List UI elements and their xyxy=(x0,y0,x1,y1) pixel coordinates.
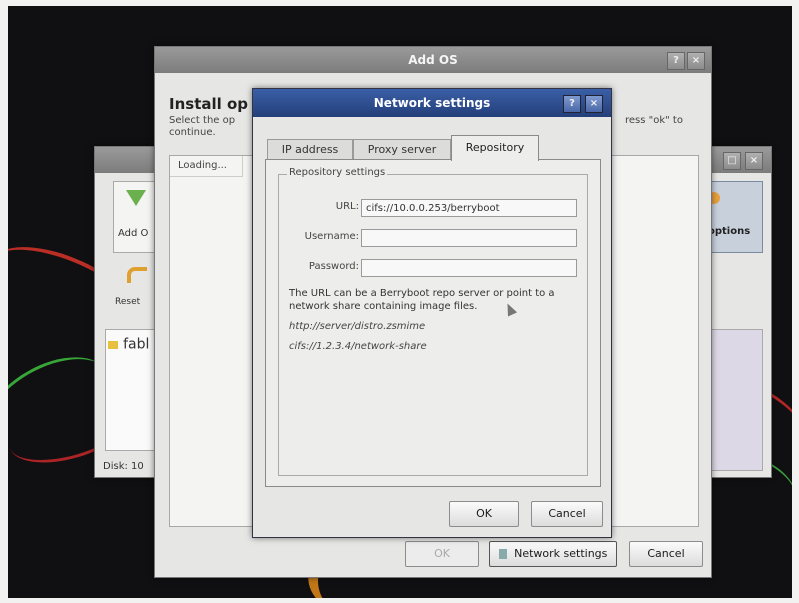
disk-status: Disk: 10 xyxy=(103,461,144,472)
network-titlebar: Network settings xyxy=(253,89,611,117)
add-os-close-button[interactable]: × xyxy=(687,52,705,70)
folder-icon xyxy=(108,340,118,349)
example-http-url: http://server/distro.zsmime xyxy=(289,321,426,332)
tab-ip-address[interactable]: IP address xyxy=(267,139,353,160)
password-label: Password: xyxy=(308,261,359,272)
password-field[interactable] xyxy=(361,259,577,277)
repository-settings-title: Repository settings xyxy=(287,167,388,178)
network-settings-button[interactable]: Network settings xyxy=(489,541,617,567)
network-close-button[interactable]: × xyxy=(585,95,603,113)
repository-tab-panel: Repository settings URL: cifs://10.0.0.2… xyxy=(265,159,601,487)
example-cifs-url: cifs://1.2.3.4/network-share xyxy=(289,341,427,352)
network-icon xyxy=(498,549,507,559)
network-ok-button[interactable]: OK xyxy=(449,501,519,527)
tab-repository[interactable]: Repository xyxy=(451,135,539,161)
loading-text: Loading... xyxy=(178,160,227,171)
add-os-help-button[interactable]: ? xyxy=(667,52,685,70)
add-os-label: Add O xyxy=(118,228,149,239)
tab-ip-address-label: IP address xyxy=(281,143,339,156)
network-title: Network settings xyxy=(373,96,491,110)
add-os-titlebar: Add OS xyxy=(155,47,711,73)
os-list-right-panel xyxy=(711,329,763,471)
reset-arrow-icon xyxy=(127,267,147,283)
options-toolbar-button[interactable]: options xyxy=(703,181,763,253)
reset-label: Reset xyxy=(115,297,141,307)
download-arrow-icon xyxy=(126,190,146,206)
reset-toolbar-button[interactable]: Reset xyxy=(113,263,157,319)
username-field[interactable] xyxy=(361,229,577,247)
list-item-label: fabl xyxy=(123,336,150,353)
add-os-instructions-right: ress "ok" to xyxy=(625,115,683,126)
tab-proxy-server[interactable]: Proxy server xyxy=(353,139,451,160)
repository-description: The URL can be a Berryboot repo server o… xyxy=(289,288,555,312)
url-field[interactable]: cifs://10.0.0.253/berryboot xyxy=(361,199,577,217)
list-item[interactable]: fabl xyxy=(108,334,150,353)
options-label: options xyxy=(708,226,751,237)
tab-proxy-server-label: Proxy server xyxy=(367,143,437,156)
maximize-button[interactable]: □ xyxy=(723,152,741,170)
close-button[interactable]: × xyxy=(745,152,763,170)
monitor-screen: □ × Add O Reset options fabl Disk: 10 Ad… xyxy=(8,6,792,598)
add-os-cancel-button[interactable]: Cancel xyxy=(629,541,703,567)
network-cancel-button[interactable]: Cancel xyxy=(531,501,603,527)
add-os-heading: Install op xyxy=(169,95,249,113)
url-label: URL: xyxy=(335,201,359,212)
add-os-instructions-left: Select the op continue. xyxy=(169,115,236,138)
network-settings-dialog: Network settings ? × IP address Proxy se… xyxy=(252,88,612,538)
network-settings-label: Network settings xyxy=(514,547,608,560)
add-os-ok-button[interactable]: OK xyxy=(405,541,479,567)
tab-repository-label: Repository xyxy=(465,141,525,154)
os-list-loading-header: Loading... xyxy=(170,156,243,177)
add-os-toolbar-button[interactable]: Add O xyxy=(113,181,159,253)
repository-settings-group: Repository settings URL: cifs://10.0.0.2… xyxy=(278,167,588,476)
network-help-button[interactable]: ? xyxy=(563,95,581,113)
username-label: Username: xyxy=(304,231,359,242)
